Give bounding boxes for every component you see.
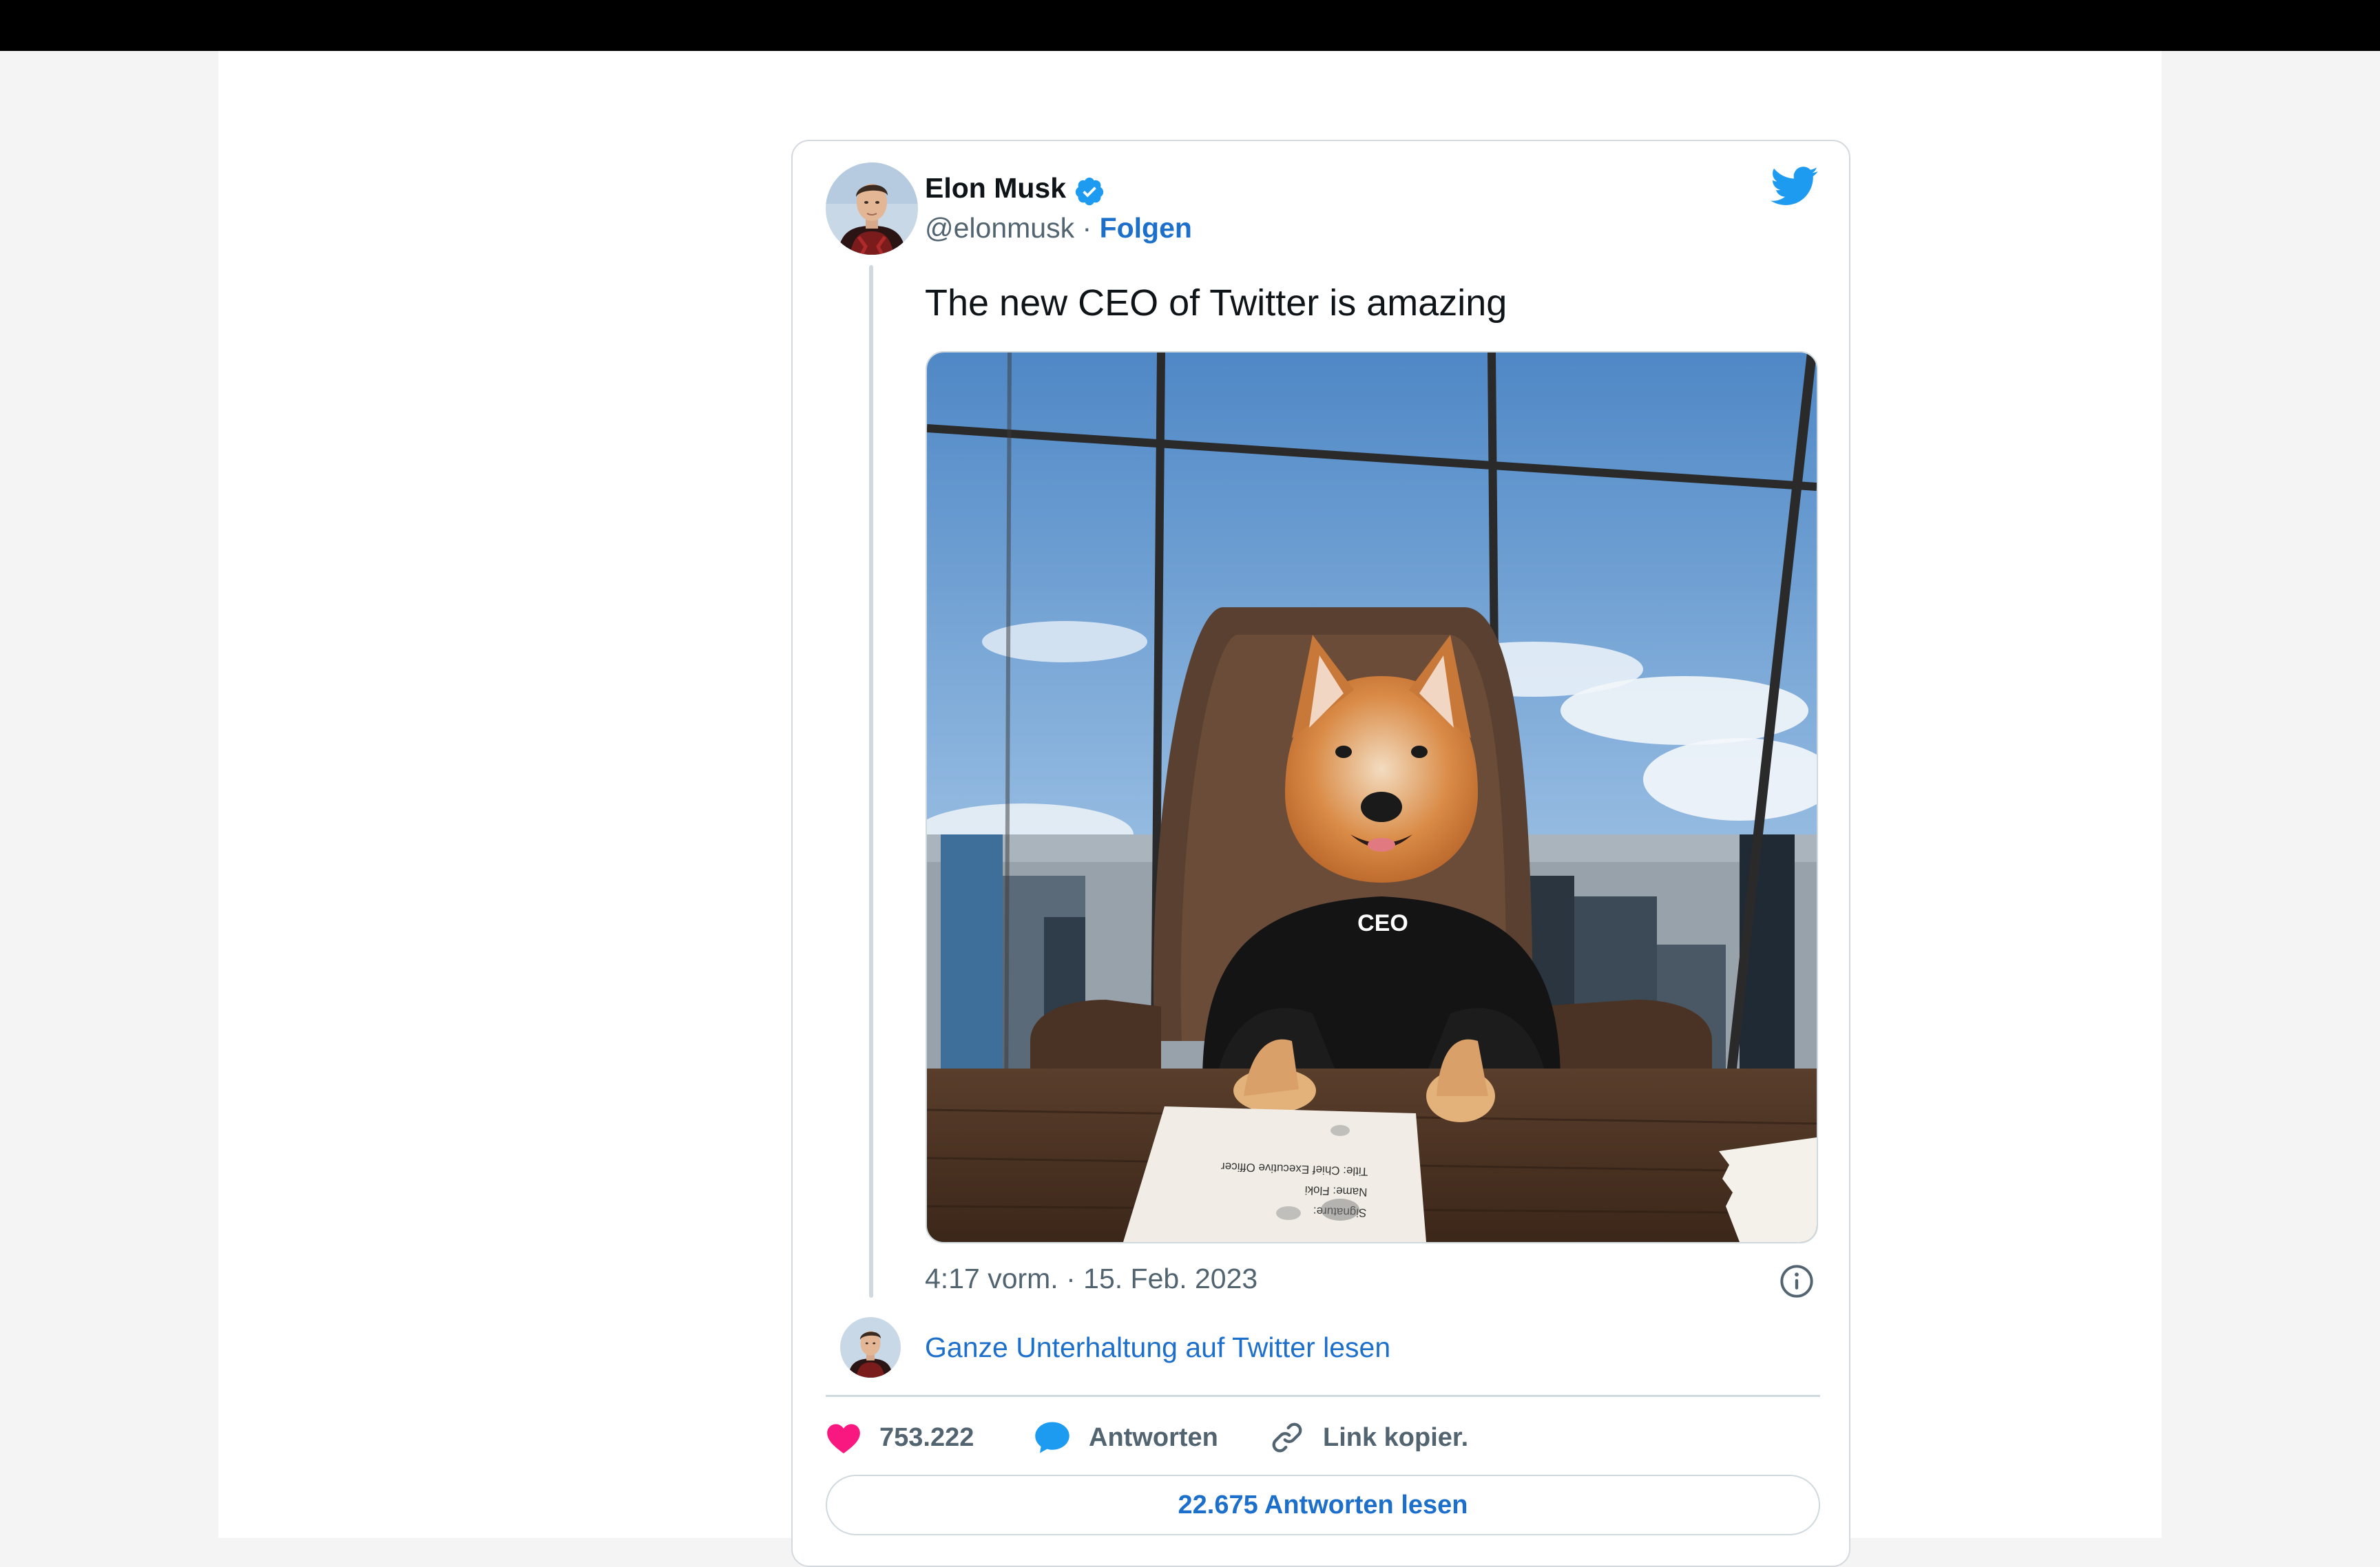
like-count: 753.222 bbox=[879, 1422, 974, 1452]
read-replies-label: 22.675 Antworten lesen bbox=[1178, 1490, 1468, 1519]
copy-link-label: Link kopier. bbox=[1323, 1422, 1469, 1452]
author-handle[interactable]: @elonmusk bbox=[925, 212, 1074, 244]
author-handle-row: @elonmusk · Folgen bbox=[925, 211, 1192, 245]
read-conversation-link[interactable]: Ganze Unterhaltung auf Twitter lesen bbox=[925, 1331, 1390, 1365]
verified-badge-icon bbox=[1075, 177, 1104, 206]
browser-top-bar bbox=[0, 0, 2380, 51]
speech-bubble-icon bbox=[1035, 1422, 1069, 1453]
like-button[interactable]: 753.222 bbox=[826, 1417, 974, 1458]
reply-button[interactable]: Antworten bbox=[1034, 1417, 1218, 1458]
follow-link[interactable]: Folgen bbox=[1100, 212, 1192, 244]
twitter-bird-icon[interactable] bbox=[1771, 166, 1819, 207]
paper-name-line: Name: Floki bbox=[1304, 1184, 1367, 1199]
tweet-date: 15. Feb. 2023 bbox=[1083, 1263, 1258, 1294]
link-icon bbox=[1272, 1422, 1302, 1453]
page-content-column: Elon Musk @elonmusk · Folgen The new CEO… bbox=[218, 51, 2162, 1567]
info-icon[interactable] bbox=[1779, 1263, 1815, 1299]
tweet-photo[interactable]: CEO Name: Floki Title: Chief Executive O… bbox=[926, 351, 1818, 1243]
thread-connector-line bbox=[869, 265, 873, 1298]
handle-separator: · bbox=[1082, 212, 1092, 244]
sweater-text: CEO bbox=[1357, 910, 1408, 936]
copy-link-button[interactable]: Link kopier. bbox=[1269, 1417, 1468, 1458]
tweet-text: The new CEO of Twitter is amazing bbox=[925, 282, 1507, 324]
reply-label: Antworten bbox=[1089, 1422, 1218, 1452]
timestamp-separator: · bbox=[1066, 1263, 1076, 1294]
tweet-time: 4:17 vorm. bbox=[925, 1263, 1058, 1294]
author-avatar[interactable] bbox=[826, 162, 918, 255]
author-name[interactable]: Elon Musk bbox=[925, 171, 1066, 205]
read-replies-button[interactable]: 22.675 Antworten lesen bbox=[826, 1475, 1820, 1535]
actions-divider bbox=[826, 1395, 1820, 1397]
heart-icon bbox=[827, 1424, 860, 1453]
embedded-tweet-card: Elon Musk @elonmusk · Folgen The new CEO… bbox=[791, 140, 1850, 1567]
conversation-avatar[interactable] bbox=[840, 1317, 901, 1378]
tweet-timestamp[interactable]: 4:17 vorm. · 15. Feb. 2023 bbox=[925, 1262, 1257, 1296]
